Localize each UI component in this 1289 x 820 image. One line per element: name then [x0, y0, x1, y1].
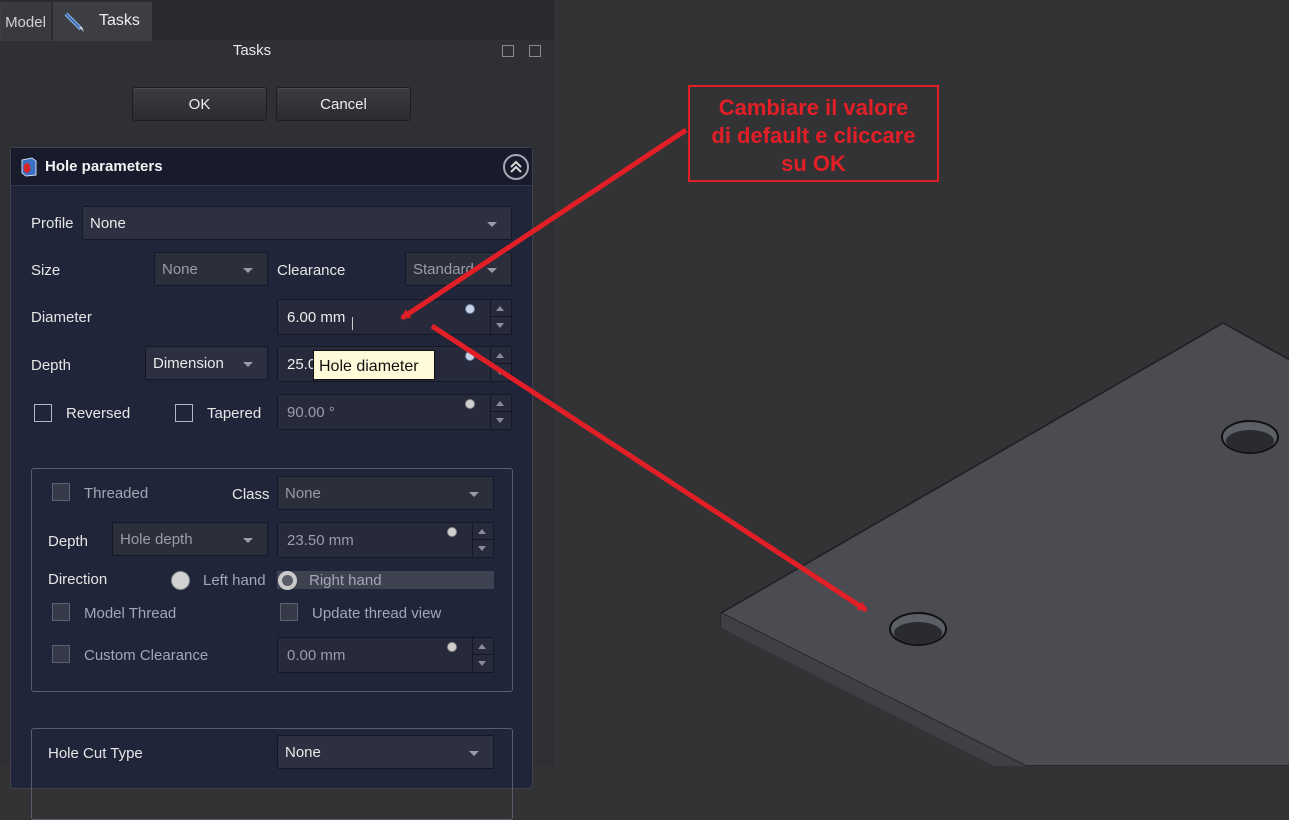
depth-stepper[interactable] — [490, 347, 511, 381]
profile-select[interactable]: None — [82, 206, 512, 240]
diameter-input[interactable]: 6.00 mm — [277, 299, 512, 335]
annotation-line-3: su OK — [781, 151, 846, 176]
model-thread-checkbox[interactable] — [52, 603, 70, 621]
custom-clearance-checkbox[interactable] — [52, 645, 70, 663]
diameter-value: 6.00 mm — [287, 309, 346, 326]
custom-clearance-label: Custom Clearance — [84, 647, 209, 664]
custom-clearance-stepper[interactable] — [472, 638, 493, 672]
hole-icon — [21, 157, 37, 177]
reversed-label: Reversed — [66, 405, 131, 422]
depth-label: Depth — [31, 357, 72, 374]
panel-header: Hole parameters — [11, 148, 532, 186]
taper-angle-value: 90.00 ° — [287, 404, 335, 421]
tab-model-label: Model — [5, 14, 46, 31]
task-panel: Model Tasks Tasks OK Cancel Hole paramet… — [0, 0, 553, 820]
ok-button[interactable]: OK — [132, 87, 267, 121]
panel-title: Hole parameters — [45, 158, 163, 175]
float-panel-icon[interactable] — [502, 45, 514, 57]
custom-clearance-input[interactable]: 0.00 mm — [277, 637, 494, 673]
class-select[interactable]: None — [277, 476, 494, 510]
text-cursor-icon — [352, 317, 359, 330]
clearance-value: Standard — [413, 261, 474, 278]
thread-depth-label: Depth — [48, 533, 89, 550]
hole-cut-type-value: None — [285, 744, 321, 761]
tapered-label: Tapered — [207, 405, 262, 422]
update-thread-view-label: Update thread view — [312, 605, 442, 622]
profile-value: None — [90, 215, 126, 232]
update-thread-view-checkbox[interactable] — [280, 603, 298, 621]
annotation-line-1: Cambiare il valore — [718, 95, 909, 120]
taper-stepper[interactable] — [490, 395, 511, 429]
hole-cut-type-select[interactable]: None — [277, 735, 494, 769]
hole-cut-type-label: Hole Cut Type — [48, 745, 143, 762]
chevron-down-icon — [469, 751, 479, 756]
size-select[interactable]: None — [154, 252, 268, 286]
collapse-icon[interactable] — [503, 154, 529, 180]
size-value: None — [162, 261, 198, 278]
custom-clearance-value: 0.00 mm — [287, 647, 346, 664]
tapered-checkbox[interactable] — [175, 404, 193, 422]
direction-label: Direction — [48, 571, 108, 588]
threaded-label: Threaded — [84, 485, 149, 502]
chevron-down-icon — [469, 492, 479, 497]
clearance-select[interactable]: Standard — [405, 252, 512, 286]
model-thread-label: Model Thread — [84, 605, 177, 622]
size-label: Size — [31, 262, 61, 279]
right-hand-label: Right hand — [309, 572, 382, 589]
left-hand-radio[interactable] — [171, 571, 190, 590]
thread-depth-type-value: Hole depth — [120, 531, 193, 548]
expression-icon[interactable] — [447, 642, 457, 652]
cancel-button[interactable]: Cancel — [276, 87, 411, 121]
taper-angle-input[interactable]: 90.00 ° — [277, 394, 512, 430]
chevron-down-icon — [243, 362, 253, 367]
right-hand-radio[interactable] — [278, 571, 297, 590]
expression-icon[interactable] — [465, 351, 475, 361]
expression-icon[interactable] — [447, 527, 457, 537]
thread-depth-value: 23.50 mm — [287, 532, 354, 549]
restore-panel-icon[interactable] — [529, 45, 541, 57]
annotation-line-2: di default e cliccare — [711, 123, 916, 148]
pencil-icon — [64, 12, 84, 32]
hole-parameters-panel: Hole parameters Profile None Size None C… — [10, 147, 533, 820]
chevron-down-icon — [487, 222, 497, 227]
reversed-checkbox[interactable] — [34, 404, 52, 422]
depth-type-value: Dimension — [153, 355, 224, 372]
tasks-panel-title: Tasks — [232, 42, 272, 59]
depth-value: 25.0 — [287, 356, 317, 373]
left-hand-label: Left hand — [203, 572, 266, 589]
chevron-down-icon — [243, 268, 253, 273]
tab-tasks[interactable]: Tasks — [53, 2, 152, 41]
tab-tasks-label: Tasks — [99, 12, 140, 29]
thread-depth-stepper[interactable] — [472, 523, 493, 557]
expression-icon[interactable] — [465, 399, 475, 409]
clearance-label: Clearance — [277, 262, 346, 279]
depth-type-select[interactable]: Dimension — [145, 346, 268, 380]
thread-depth-type-select[interactable]: Hole depth — [112, 522, 268, 556]
diameter-stepper[interactable] — [490, 300, 511, 334]
tab-bar: Model Tasks — [0, 0, 553, 41]
class-label: Class — [232, 486, 270, 503]
thread-depth-input[interactable]: 23.50 mm — [277, 522, 494, 558]
chevron-down-icon — [487, 268, 497, 273]
profile-label: Profile — [31, 215, 74, 232]
annotation-callout: Cambiare il valore di default e cliccare… — [688, 85, 939, 182]
tab-model[interactable]: Model — [0, 2, 51, 41]
expression-icon[interactable] — [465, 304, 475, 314]
chevron-down-icon — [243, 538, 253, 543]
threaded-checkbox[interactable] — [52, 483, 70, 501]
class-value: None — [285, 485, 321, 502]
diameter-label: Diameter — [31, 309, 92, 326]
diameter-tooltip: Hole diameter — [313, 350, 435, 380]
